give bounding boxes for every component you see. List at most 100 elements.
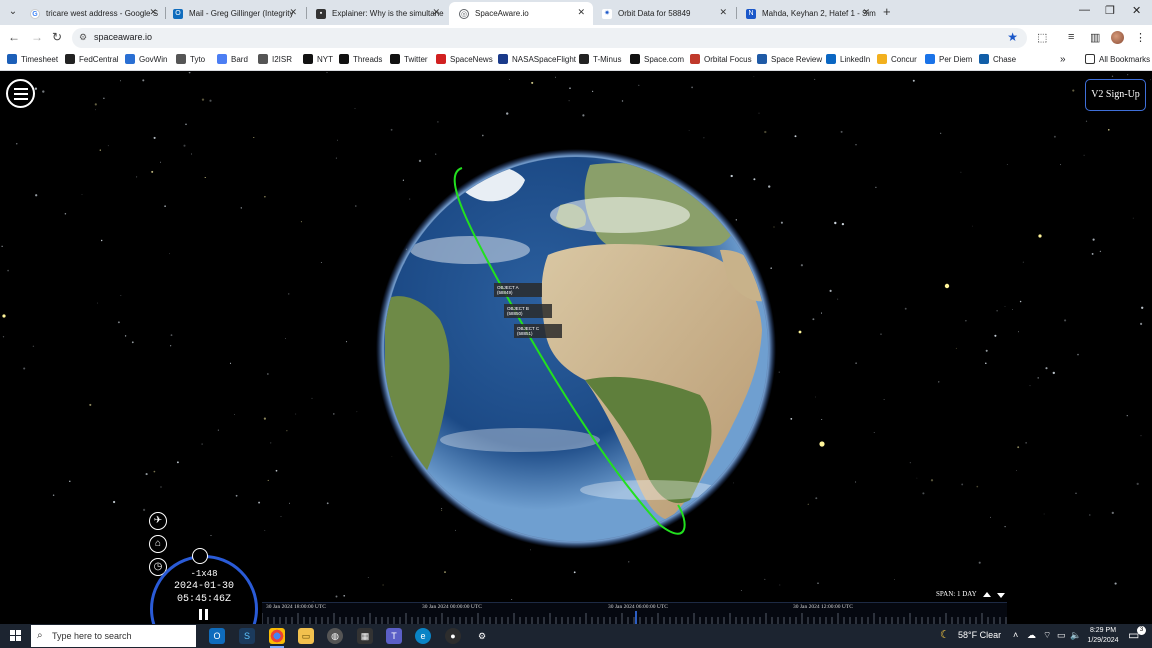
tab-label: SpaceAware.io — [475, 9, 529, 18]
all-bookmarks-folder[interactable]: All Bookmarks — [1085, 54, 1150, 64]
globe-viewport[interactable]: OBJECT A (58849) OBJECT B (58850) OBJECT… — [0, 72, 1152, 624]
extensions-icon[interactable]: ⬚ — [1037, 31, 1047, 44]
tab-label: Orbit Data for 58849 — [618, 9, 691, 18]
tab-orbit-data[interactable]: ✷ Orbit Data for 58849 ✕ — [592, 2, 735, 25]
battery-icon[interactable]: ▭ — [1057, 630, 1066, 641]
bookmark-timesheet[interactable]: Timesheet — [7, 54, 58, 64]
bookmark-space-com[interactable]: Space.com — [630, 54, 684, 64]
omnibox[interactable]: ⚙ spaceaware.io ★ — [72, 28, 1027, 48]
bookmark-i2isr[interactable]: I2ISR — [258, 54, 292, 64]
bookmark-spacenews[interactable]: SpaceNews — [436, 54, 493, 64]
bookmark-threads[interactable]: Threads — [339, 54, 382, 64]
bookmark-label: Twitter — [404, 54, 428, 64]
bookmark-favicon-icon — [436, 54, 446, 64]
profile-avatar[interactable] — [1111, 31, 1124, 44]
close-tab-icon[interactable]: ✕ — [149, 7, 157, 18]
tab-mail[interactable]: O Mail - Greg Gillinger (Integrity ✕ — [163, 2, 305, 25]
object-label-c[interactable]: OBJECT C (58851) — [514, 324, 562, 338]
bookmark-fedcentral[interactable]: FedCentral — [65, 54, 119, 64]
hamburger-menu-icon[interactable] — [6, 79, 35, 108]
weather-text[interactable]: 58°F Clear — [958, 630, 1001, 640]
bookmark-space-review[interactable]: Space Review — [757, 54, 822, 64]
bookmark-bard[interactable]: Bard — [217, 54, 248, 64]
taskbar-search-box[interactable]: ⌕ Type here to search — [31, 625, 196, 647]
close-tab-icon[interactable]: ✕ — [719, 7, 727, 18]
v2-signup-button[interactable]: V2 Sign-Up — [1085, 79, 1146, 111]
tab-mahda[interactable]: N Mahda, Keyhan 2, Hatef 1 - Sim ✕ — [736, 2, 878, 25]
timeline-scrubber[interactable]: 30 Jan 2024 18:00:00 UTC 30 Jan 2024 00:… — [262, 602, 1007, 624]
bookmark-orbital-focus[interactable]: Orbital Focus — [690, 54, 752, 64]
tab-google-search[interactable]: G tricare west address - Google S ✕ — [20, 2, 165, 25]
bookmark-govwin[interactable]: GovWin — [125, 54, 167, 64]
close-tab-icon[interactable]: ✕ — [289, 7, 297, 18]
more-menu-icon[interactable]: ⋮ — [1135, 31, 1146, 44]
volume-icon[interactable]: 🔈 — [1070, 630, 1081, 641]
span-up-icon[interactable] — [983, 592, 991, 597]
calculator-icon[interactable]: ▦ — [357, 628, 373, 644]
tab-explainer[interactable]: ▪ Explainer: Why is the simultane ✕ — [306, 2, 448, 25]
file-explorer-icon[interactable]: ▭ — [298, 628, 314, 644]
span-down-icon[interactable] — [997, 593, 1005, 598]
edge-icon[interactable]: e — [415, 628, 431, 644]
sim-date: 2024-01-30 — [173, 581, 234, 592]
teams-icon[interactable]: T — [386, 628, 402, 644]
network-app-icon[interactable]: ☁ — [1027, 630, 1036, 641]
tab-spaceaware[interactable]: ◎ SpaceAware.io ✕ — [449, 2, 593, 25]
media-queue-icon[interactable]: ≡ — [1068, 31, 1074, 43]
windows-start-icon[interactable] — [10, 630, 22, 642]
satellite-icon: ✷ — [602, 8, 612, 19]
bookmark-chase[interactable]: Chase — [979, 54, 1016, 64]
bookmark-favicon-icon — [979, 54, 989, 64]
forward-icon[interactable]: → — [31, 30, 43, 44]
close-tab-icon[interactable]: ✕ — [432, 7, 440, 18]
chat-app-icon[interactable]: ● — [445, 628, 461, 644]
object-label-a[interactable]: OBJECT A (58849) — [494, 283, 542, 297]
satellite-icon[interactable]: ✈ — [149, 512, 167, 530]
side-panel-icon[interactable]: ▥ — [1090, 31, 1100, 44]
wifi-icon[interactable]: ⌔ — [1043, 630, 1051, 641]
home-icon[interactable]: ⌂ — [149, 535, 167, 553]
site-info-icon[interactable]: ⚙ — [79, 32, 87, 43]
settings-gear-icon[interactable]: ⚙ — [474, 628, 490, 644]
bookmark-concur[interactable]: Concur — [877, 54, 917, 64]
reload-icon[interactable]: ↻ — [52, 30, 62, 44]
tab-search-icon[interactable]: ⌄ — [6, 5, 20, 19]
bookmark-label: I2ISR — [272, 54, 293, 64]
speed-dial-knob[interactable] — [192, 548, 208, 564]
bookmark-nyt[interactable]: NYT — [303, 54, 333, 64]
tab-label: Explainer: Why is the simultane — [332, 9, 444, 18]
chrome-app-icon[interactable] — [269, 628, 285, 644]
close-tab-icon[interactable]: ✕ — [577, 7, 585, 18]
more-bookmarks-chevron-icon[interactable]: » — [1060, 54, 1066, 65]
bookmark-twitter[interactable]: Twitter — [390, 54, 428, 64]
bookmark-t-minus[interactable]: T-Minus — [579, 54, 621, 64]
url-text[interactable]: spaceaware.io — [94, 32, 152, 42]
new-tab-icon[interactable]: + — [883, 4, 891, 19]
bookmark-favicon-icon — [65, 54, 75, 64]
bookmark-star-icon[interactable]: ★ — [1007, 30, 1018, 44]
sketch-app-icon[interactable]: S — [239, 628, 255, 644]
bookmark-label: LinkedIn — [840, 54, 871, 64]
disk-app-icon[interactable]: ◍ — [327, 628, 343, 644]
taskbar-clock[interactable]: 8:29 PM 1/29/2024 — [1086, 626, 1120, 646]
bookmark-favicon-icon — [630, 54, 640, 64]
outlook-app-icon[interactable]: O — [209, 628, 225, 644]
bookmark-linkedin[interactable]: LinkedIn — [826, 54, 870, 64]
back-icon[interactable]: ← — [8, 30, 20, 44]
bookmark-tyto[interactable]: Tyto — [176, 54, 205, 64]
search-placeholder: Type here to search — [52, 631, 132, 641]
screen: ⌄ G tricare west address - Google S ✕ O … — [0, 0, 1152, 648]
bookmark-label: Chase — [993, 54, 1017, 64]
clock-time: 8:29 PM — [1089, 627, 1117, 634]
restore-icon[interactable]: ❐ — [1105, 4, 1115, 17]
pause-icon[interactable] — [198, 609, 210, 621]
bookmark-nasaspaceflight[interactable]: NASASpaceFlight — [498, 54, 576, 64]
minimize-icon[interactable]: — — [1079, 4, 1090, 16]
bookmark-favicon-icon — [925, 54, 935, 64]
object-label-b[interactable]: OBJECT B (58850) — [504, 304, 552, 318]
earth-globe[interactable]: OBJECT A (58849) OBJECT B (58850) OBJECT… — [0, 72, 1152, 624]
close-window-icon[interactable]: ✕ — [1132, 4, 1141, 17]
close-tab-icon[interactable]: ✕ — [862, 7, 870, 18]
tray-chevron-icon[interactable]: ˄ — [1013, 630, 1018, 640]
bookmark-per-diem[interactable]: Per Diem — [925, 54, 972, 64]
